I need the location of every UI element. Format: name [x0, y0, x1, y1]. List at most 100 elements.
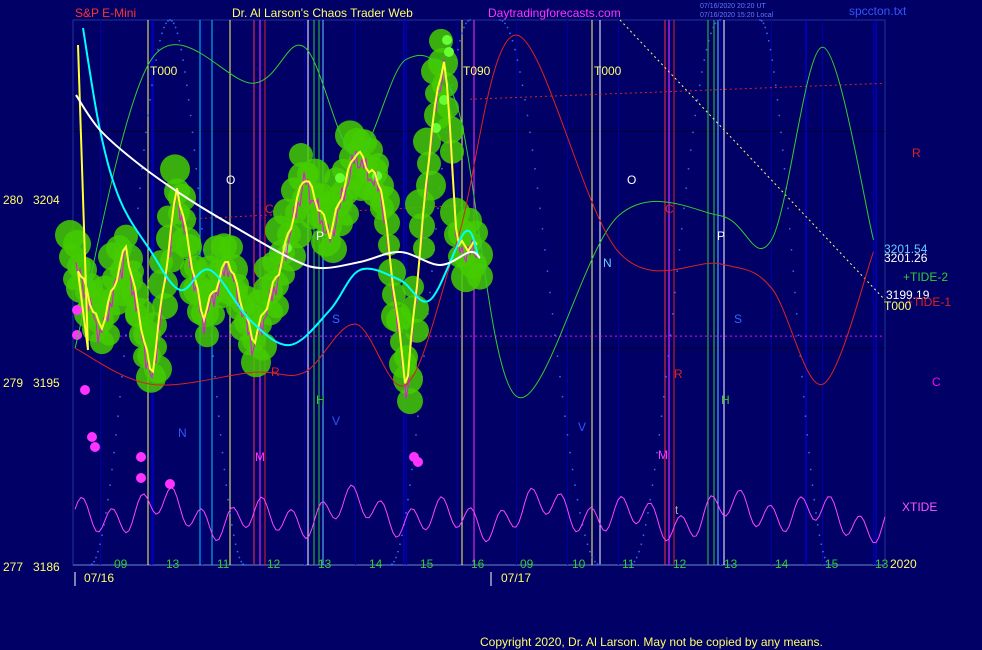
low-marker: [413, 457, 423, 467]
cycle-dot: [556, 355, 559, 358]
cycle-dot: [671, 312, 674, 315]
cycle-dot: [393, 560, 395, 563]
cycle-dot: [117, 415, 119, 418]
y-left-277: 277: [3, 560, 23, 574]
cycle-dot: [685, 187, 688, 190]
timestamp-ut: 07/16/2020 20:20 UT: [700, 3, 766, 10]
cycle-dot: [217, 415, 220, 418]
cycle-dot: [167, 19, 169, 22]
cycle-dot: [658, 433, 661, 436]
cycle-dot: [683, 207, 685, 210]
cycle-dot: [169, 19, 171, 21]
x-day-2: 07/17: [501, 571, 531, 585]
cycle-dot: [397, 550, 399, 553]
y-left-280: 280: [3, 193, 23, 207]
cycle-dot: [163, 26, 165, 29]
vline-label-t090: T090: [463, 64, 491, 78]
cycle-dot: [145, 131, 147, 134]
cycle-dot: [780, 131, 782, 134]
cycle-dot: [389, 564, 391, 566]
cycle-dot: [705, 48, 708, 51]
planet-label: P: [316, 229, 324, 243]
cycle-dot: [596, 563, 599, 566]
planet-label: R: [271, 365, 280, 379]
cycle-dot: [714, 22, 717, 25]
cycle-dot: [200, 227, 203, 230]
cycle-dot: [801, 375, 803, 378]
cycle-dot: [762, 22, 765, 25]
x-hour-5: 13: [318, 557, 332, 571]
vline-label-t000: T000: [150, 64, 178, 78]
cycle-dot: [642, 534, 645, 537]
cycle-dot: [89, 564, 91, 566]
cycle-dot: [147, 114, 149, 117]
cycle-dot: [524, 98, 526, 101]
cycle-dot: [236, 550, 239, 553]
cycle-dot: [710, 32, 712, 35]
cycle-dot: [107, 498, 109, 501]
cycle-dot: [569, 451, 571, 454]
cycle-dot: [463, 26, 465, 29]
cycle-dot: [109, 484, 111, 487]
cycle-dot: [795, 312, 798, 315]
cycle-dot: [159, 39, 161, 42]
x-hour-8: 16: [471, 557, 485, 571]
cycle-dot: [804, 415, 807, 418]
cycle-dot: [115, 433, 117, 436]
low-marker: [165, 479, 175, 489]
label-3201-26: 3201.26: [884, 251, 928, 265]
cycle-dot: [91, 563, 93, 566]
cycle-dot: [469, 19, 471, 21]
cycle-dot: [773, 71, 775, 73]
label-t000-right: T000: [884, 299, 912, 313]
cycle-dot: [516, 59, 519, 62]
cycle-dot: [215, 395, 218, 398]
cycle-dot: [161, 32, 163, 35]
cycle-dot: [139, 187, 141, 190]
cycle-dot: [576, 498, 579, 501]
cycle-dot: [811, 484, 814, 487]
low-marker: [80, 385, 90, 395]
cycle-dot: [180, 48, 183, 51]
cycle-dot: [669, 334, 672, 337]
cycle-dot: [95, 556, 97, 559]
cycle-dot: [783, 167, 786, 170]
peak-marker: [335, 173, 345, 183]
cycle-dot: [221, 451, 224, 454]
planet-label: t: [675, 503, 679, 517]
cycle-dot: [511, 39, 514, 42]
cycle-dot: [653, 468, 656, 471]
cycle-dot: [599, 564, 601, 566]
cycle-dot: [781, 149, 784, 152]
cycle-dot: [223, 468, 226, 471]
cycle-dot: [149, 98, 151, 101]
cycle-dot: [809, 468, 812, 471]
cycle-dot: [184, 71, 186, 73]
cycle-dot: [519, 71, 521, 73]
cycle-dot: [635, 556, 638, 559]
price-bubble: [405, 318, 429, 343]
cycle-dot: [541, 227, 544, 230]
price-bubble: [416, 170, 446, 201]
x-hour-12: 12: [673, 557, 687, 571]
cycle-dot: [244, 564, 246, 566]
cycle-dot: [662, 395, 665, 398]
peak-marker: [442, 35, 452, 45]
cycle-dot: [546, 270, 549, 273]
cycle-dot: [501, 19, 504, 22]
cycle-dot: [551, 312, 554, 315]
cycle-dot: [769, 48, 772, 51]
planet-label: S: [734, 312, 742, 326]
cycle-dot: [465, 22, 467, 25]
cycle-dot: [644, 523, 647, 526]
site-url-link[interactable]: Daytradingforecasts.com: [488, 6, 621, 20]
cycle-dot: [441, 167, 443, 170]
cycle-dot: [431, 270, 433, 273]
planet-label: C: [265, 202, 274, 216]
cycle-dot: [399, 543, 401, 546]
cycle-dot: [549, 291, 551, 294]
planet-label: R: [674, 367, 683, 381]
cycle-dot: [405, 512, 407, 514]
cycle-dot: [797, 334, 800, 337]
label-c: C: [932, 375, 941, 389]
